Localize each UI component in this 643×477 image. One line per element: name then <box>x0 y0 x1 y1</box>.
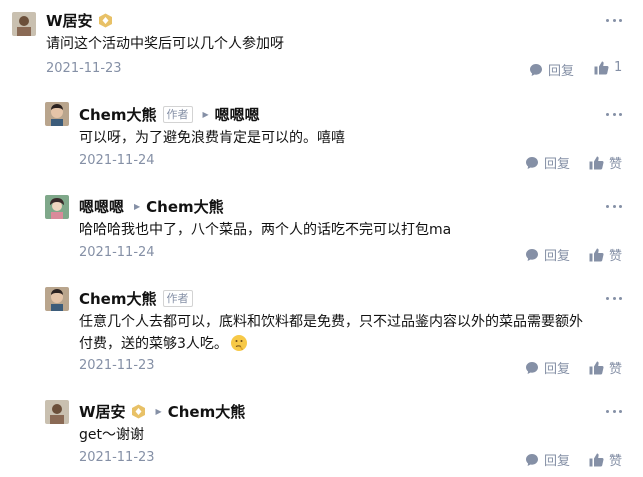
like-button[interactable]: 1 <box>594 60 622 75</box>
like-button[interactable]: 赞 <box>589 450 622 469</box>
avatar[interactable] <box>45 195 69 219</box>
comment-text-line: 任意几个人去都可以，底料和饮料都是免费，只不过品鉴内容以外的菜品需要额外 <box>79 314 583 330</box>
like-button[interactable]: 赞 <box>589 358 622 377</box>
author-tag: 作者 <box>162 289 193 307</box>
author-tag: 作者 <box>162 105 193 123</box>
triangle-right-icon: ▶ <box>202 109 209 119</box>
triangle-right-icon: ▶ <box>134 201 141 211</box>
like-label: 赞 <box>609 249 623 264</box>
reply-to-user[interactable]: Chem大熊 <box>168 401 246 422</box>
comment-author[interactable]: Chem大熊 <box>79 104 157 125</box>
more-dots-icon[interactable] <box>606 408 622 414</box>
comment-time: 2021-11-24 <box>79 245 155 260</box>
comment-time: 2021-11-23 <box>79 358 155 373</box>
speech-bubble-icon <box>526 248 538 261</box>
thumbs-up-icon <box>589 453 604 466</box>
speech-bubble-icon <box>530 63 542 76</box>
reply-label: 回复 <box>544 157 571 172</box>
comment-author[interactable]: W居安 <box>46 10 93 31</box>
hexagon-badge-icon <box>98 13 113 28</box>
reply-label: 回复 <box>544 249 571 264</box>
like-label: 赞 <box>609 157 623 172</box>
comment-text: get～谢谢 <box>79 427 144 443</box>
comment-author[interactable]: W居安 <box>79 401 126 422</box>
reply-button[interactable]: 回复 <box>525 245 570 264</box>
more-dots-icon[interactable] <box>606 17 622 23</box>
reply-label: 回复 <box>544 362 571 377</box>
reply-button[interactable]: 回复 <box>525 153 570 172</box>
like-label: 赞 <box>609 454 623 469</box>
more-dots-icon[interactable] <box>606 203 622 209</box>
comment-author[interactable]: 嗯嗯嗯 <box>79 196 124 217</box>
thumbs-up-icon <box>589 156 604 169</box>
thumbs-up-icon <box>589 361 604 374</box>
reply-label: 回复 <box>548 64 575 79</box>
reply-button[interactable]: 回复 <box>529 60 574 79</box>
reply-button[interactable]: 回复 <box>525 358 570 377</box>
reply-label: 回复 <box>544 454 571 469</box>
avatar[interactable] <box>45 102 69 126</box>
comment-text: 哈哈哈我也中了，八个菜品，两个人的话吃不完可以打包ma <box>79 222 452 238</box>
hexagon-badge-icon <box>131 404 146 419</box>
comment-text: 任意几个人去都可以，底料和饮料都是免费，只不过品鉴内容以外的菜品需要额外 付费，… <box>79 311 639 359</box>
comment-time: 2021-11-23 <box>46 61 122 76</box>
comment-author[interactable]: Chem大熊 <box>79 288 157 309</box>
avatar[interactable] <box>12 12 36 36</box>
speech-bubble-icon <box>526 156 538 169</box>
like-button[interactable]: 赞 <box>589 245 622 264</box>
speech-bubble-icon <box>526 361 538 374</box>
reply-to-user[interactable]: Chem大熊 <box>146 196 224 217</box>
comment-text-line: 付费，送的菜够3人吃。 <box>79 336 228 352</box>
comment-text: 请问这个活动中奖后可以几个人参加呀 <box>46 36 284 52</box>
like-button[interactable]: 赞 <box>589 153 622 172</box>
more-dots-icon[interactable] <box>606 111 622 117</box>
comment-time: 2021-11-23 <box>79 450 155 465</box>
like-count: 1 <box>614 60 623 75</box>
reply-button[interactable]: 回复 <box>525 450 570 469</box>
thinking-face-icon <box>230 334 248 359</box>
avatar[interactable] <box>45 287 69 311</box>
more-dots-icon[interactable] <box>606 295 622 301</box>
thumbs-up-icon <box>594 61 609 74</box>
comment-text-line-wrap: 付费，送的菜够3人吃。 <box>79 333 639 359</box>
thumbs-up-icon <box>589 248 604 261</box>
speech-bubble-icon <box>526 453 538 466</box>
comment-text: 可以呀，为了避免浪费肯定是可以的。嘻嘻 <box>79 130 345 146</box>
comment-time: 2021-11-24 <box>79 153 155 168</box>
triangle-right-icon: ▶ <box>155 406 162 416</box>
like-label: 赞 <box>609 362 623 377</box>
avatar[interactable] <box>45 400 69 424</box>
reply-to-user[interactable]: 嗯嗯嗯 <box>215 104 260 125</box>
